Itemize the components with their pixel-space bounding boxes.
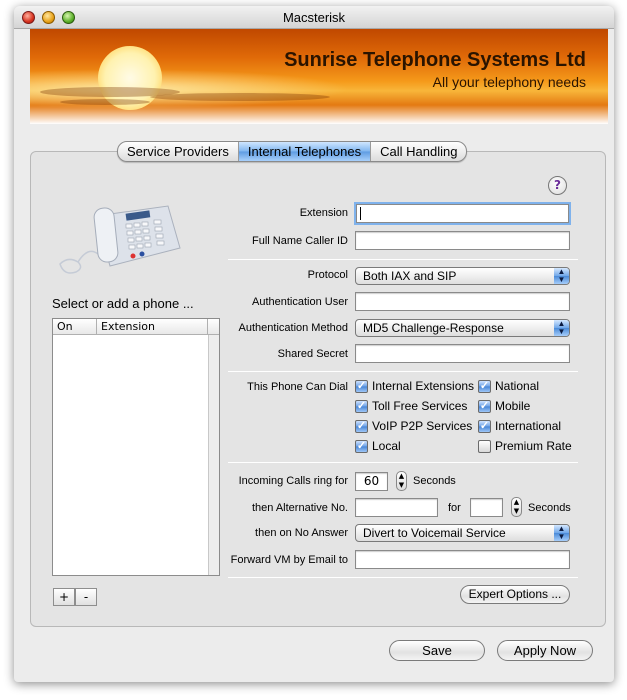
title-bar[interactable]: Macsterisk (14, 6, 614, 29)
phone-list-label: Select or add a phone ... (52, 296, 194, 311)
updown-arrow-icon: ▲ ▼ (554, 525, 569, 541)
checkmark-icon: ✓ (355, 419, 368, 433)
forward-vm-label: Forward VM by Email to (230, 554, 348, 566)
no-answer-select[interactable]: Divert to Voicemail Service ▲ ▼ (355, 524, 570, 542)
full-name-label: Full Name Caller ID (252, 235, 348, 247)
auth-method-label: Authentication Method (238, 322, 348, 334)
alternative-number-field[interactable] (355, 498, 438, 517)
alternative-label: then Alternative No. (251, 502, 348, 514)
empty-checkbox-icon (478, 439, 491, 453)
protocol-select[interactable]: Both IAX and SIP ▲ ▼ (355, 267, 570, 285)
company-banner: Sunrise Telephone Systems Ltd All your t… (30, 29, 608, 124)
checkmark-icon: ✓ (478, 379, 491, 393)
company-tagline: All your telephony needs (432, 74, 586, 90)
alternative-unit-label: Seconds (528, 502, 571, 514)
dial-national-checkbox[interactable]: ✓ National (478, 379, 539, 393)
help-button[interactable]: ? (548, 176, 567, 195)
phone-list[interactable]: On Extension (52, 318, 220, 576)
tab-internal-telephones[interactable]: Internal Telephones (238, 142, 372, 161)
remove-phone-button[interactable]: - (75, 588, 97, 606)
main-window: Macsterisk Sunrise Telephone Systems Ltd… (14, 6, 614, 682)
alternative-seconds-field[interactable] (470, 498, 503, 517)
auth-method-select[interactable]: MD5 Challenge-Response ▲ ▼ (355, 319, 570, 337)
auth-user-field[interactable] (355, 292, 570, 311)
tab-bar: Service Providers Internal Telephones Ca… (117, 141, 468, 162)
extension-label: Extension (299, 207, 348, 219)
checkmark-icon: ✓ (355, 439, 368, 453)
dial-internal-checkbox[interactable]: ✓ Internal Extensions (355, 379, 474, 393)
checkmark-icon: ✓ (355, 399, 368, 413)
divider (228, 462, 578, 463)
full-name-field[interactable] (355, 231, 570, 250)
phone-list-scrollbar[interactable] (208, 335, 219, 575)
checkmark-icon: ✓ (478, 399, 491, 413)
shared-secret-field[interactable] (355, 344, 570, 363)
auth-user-label: Authentication User (252, 296, 348, 308)
tab-call-handling[interactable]: Call Handling (371, 142, 466, 161)
alternative-stepper[interactable]: ▲ ▼ (511, 497, 522, 517)
protocol-label: Protocol (307, 269, 348, 281)
telephone-icon (59, 205, 181, 274)
dial-premium-checkbox[interactable]: Premium Rate (478, 439, 572, 453)
divider (228, 577, 578, 578)
ring-seconds-field[interactable]: 60 (355, 472, 388, 491)
forward-vm-email-field[interactable] (355, 550, 570, 569)
ring-label: Incoming Calls ring for (238, 475, 348, 487)
window-title: Macsterisk (282, 10, 346, 25)
dial-international-checkbox[interactable]: ✓ International (478, 419, 561, 433)
divider (228, 371, 578, 372)
dial-toll-free-checkbox[interactable]: ✓ Toll Free Services (355, 399, 467, 413)
no-answer-label: then on No Answer (255, 527, 348, 539)
for-label: for (448, 502, 461, 514)
save-button[interactable]: Save (389, 640, 485, 661)
updown-arrow-icon: ▲ ▼ (554, 320, 569, 336)
add-phone-button[interactable]: + (53, 588, 75, 606)
apply-now-button[interactable]: Apply Now (497, 640, 593, 661)
ring-unit-label: Seconds (413, 475, 456, 487)
extension-field[interactable] (356, 204, 569, 223)
checkmark-icon: ✓ (355, 379, 368, 393)
ring-stepper[interactable]: ▲ ▼ (396, 471, 407, 491)
column-header-extension[interactable]: Extension (97, 319, 208, 334)
dial-mobile-checkbox[interactable]: ✓ Mobile (478, 399, 530, 413)
divider (228, 259, 578, 260)
company-name: Sunrise Telephone Systems Ltd (284, 49, 586, 71)
column-header-on[interactable]: On (53, 319, 97, 334)
tab-service-providers[interactable]: Service Providers (118, 142, 239, 161)
dial-local-checkbox[interactable]: ✓ Local (355, 439, 401, 453)
phone-list-header: On Extension (53, 319, 219, 335)
checkmark-icon: ✓ (478, 419, 491, 433)
expert-options-button[interactable]: Expert Options ... (460, 585, 570, 604)
can-dial-label: This Phone Can Dial (247, 381, 348, 393)
shared-secret-label: Shared Secret (277, 348, 348, 360)
dial-voip-checkbox[interactable]: ✓ VoIP P2P Services (355, 419, 472, 433)
updown-arrow-icon: ▲ ▼ (554, 268, 569, 284)
